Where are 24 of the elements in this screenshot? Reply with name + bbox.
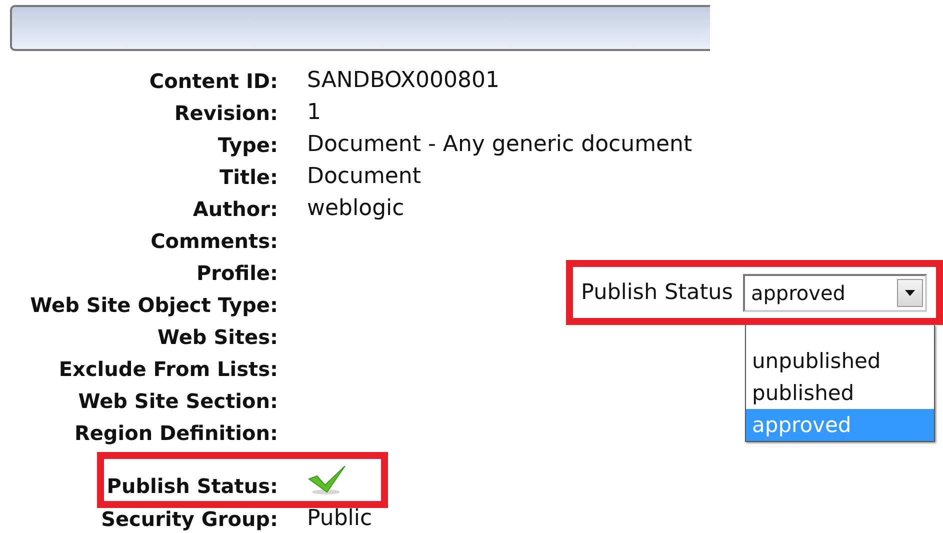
field-value: weblogic <box>307 196 404 221</box>
field-label: Region Definition: <box>73 420 278 447</box>
field-value: Public <box>307 506 372 531</box>
field-value: Document <box>307 164 421 189</box>
field-label: Content ID: <box>148 68 278 95</box>
field-value: Document - Any generic document <box>307 132 692 157</box>
field-label: Comments: <box>150 228 278 255</box>
field-label: Title: <box>218 164 278 191</box>
dropdown-option[interactable]: unpublished <box>746 345 934 377</box>
field-label: Profile: <box>195 260 278 287</box>
field-label: Web Site Section: <box>77 388 278 415</box>
field-label: Publish Status: <box>106 473 278 500</box>
field-label: Type: <box>216 132 278 159</box>
field-label: Author: <box>192 196 278 223</box>
dropdown-option[interactable]: published <box>746 377 934 409</box>
field-value: SANDBOX000801 <box>307 68 500 93</box>
field-label: Exclude From Lists: <box>58 356 278 383</box>
field-label: Security Group: <box>100 506 278 533</box>
field-label: Web Sites: <box>156 324 278 351</box>
field-label: Web Site Object Type: <box>29 292 278 319</box>
publish-status-label: Publish Status <box>581 280 733 305</box>
field-value: 1 <box>307 100 321 125</box>
publish-status-dropdown[interactable]: approved <box>742 274 927 312</box>
field-label: Revision: <box>173 100 278 127</box>
